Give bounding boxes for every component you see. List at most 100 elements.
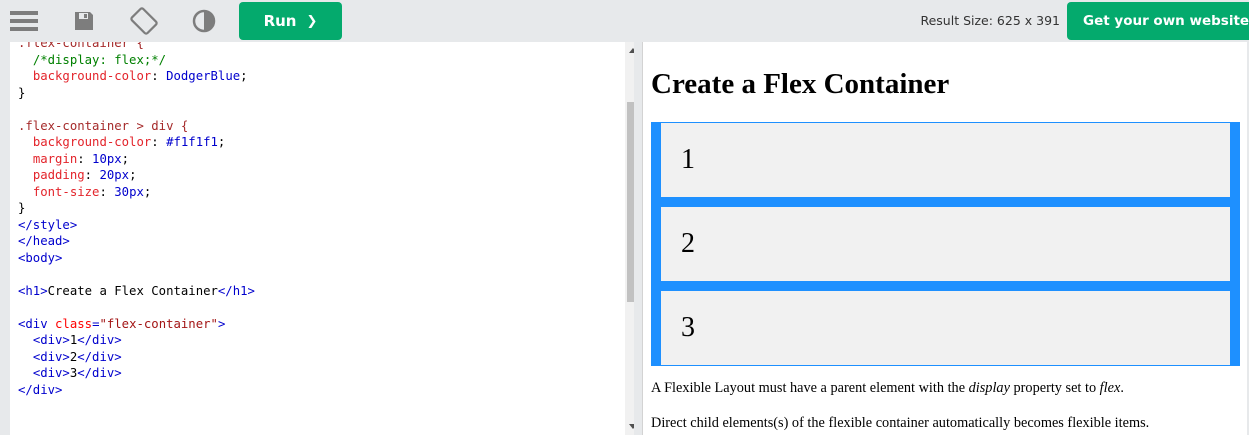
code-token: ; xyxy=(217,135,226,149)
code-token: margin xyxy=(32,151,78,166)
code-token: background-color xyxy=(32,135,152,149)
code-token: </div> xyxy=(77,333,122,347)
chevron-right-icon: ❯ xyxy=(306,13,318,29)
get-your-own-website-button[interactable]: Get your own website xyxy=(1067,2,1249,40)
code-token: DodgerBlue xyxy=(166,69,241,83)
result-size-label: Result Size: 625 x 391 xyxy=(920,13,1060,28)
code-token: 20px xyxy=(99,168,130,182)
code-line: </style> xyxy=(18,217,255,234)
code-token: </div> xyxy=(18,382,63,397)
code-line: /*display: flex;*/ xyxy=(18,52,255,69)
flex-item: 1 xyxy=(661,123,1230,197)
code-editor[interactable]: .flex-container { /*display: flex;*/ bac… xyxy=(10,42,634,435)
code-token: <div xyxy=(18,316,56,331)
code-token: </div> xyxy=(77,349,122,364)
code-token: Create a Flex Container xyxy=(47,283,218,298)
code-token: </div> xyxy=(77,366,122,380)
code-token: </style> xyxy=(18,217,78,232)
code-line: </head> xyxy=(18,233,255,250)
code-token: ; xyxy=(240,69,248,83)
pane-divider[interactable] xyxy=(634,42,642,435)
code-token: : xyxy=(99,184,115,199)
code-token: ; xyxy=(143,184,152,199)
run-label: Run xyxy=(263,12,297,30)
code-token: } xyxy=(18,85,26,100)
code-token: background-color xyxy=(32,69,152,83)
run-button[interactable]: Run ❯ xyxy=(239,2,342,40)
rotate-icon[interactable] xyxy=(128,5,160,37)
code-token: </h1> xyxy=(217,283,255,298)
code-token: <div> xyxy=(32,349,70,364)
code-token: font-size xyxy=(32,184,100,199)
code-token: <div> xyxy=(32,333,70,347)
code-line: background-color: DodgerBlue; xyxy=(18,68,255,85)
code-line: <body> xyxy=(18,250,255,267)
code-token: /*display: flex;*/ xyxy=(32,52,167,67)
code-token: : xyxy=(84,168,100,182)
code-line: .flex-container { xyxy=(18,42,255,52)
scroll-thumb[interactable] xyxy=(627,102,634,302)
code-line: } xyxy=(18,85,255,102)
code-line: <div>1</div> xyxy=(18,332,255,349)
code-token: 30px xyxy=(114,184,144,199)
code-line: } xyxy=(18,200,255,217)
result-paragraph: A Flexible Layout must have a parent ele… xyxy=(651,380,1124,397)
theme-icon[interactable] xyxy=(188,5,220,37)
emphasis-flex: flex xyxy=(1099,380,1121,396)
code-token: } xyxy=(18,201,26,215)
code-token: <div> xyxy=(32,366,70,380)
code-token: .flex-container > div { xyxy=(18,118,189,133)
code-line: </div> xyxy=(18,382,255,399)
result-pane: Create a Flex Container 1 2 3 A Flexible… xyxy=(642,42,1247,435)
paragraph-text: A Flexible Layout must have a parent ele… xyxy=(651,380,969,396)
emphasis-display: display xyxy=(968,380,1010,396)
code-line: .flex-container > div { xyxy=(18,118,255,135)
code-line: padding: 20px; xyxy=(18,167,255,184)
code-token: : xyxy=(151,135,167,149)
code-token: .flex-container { xyxy=(18,42,144,50)
code-line: font-size: 30px; xyxy=(18,184,255,201)
code-line: <div>2</div> xyxy=(18,349,255,366)
save-icon[interactable] xyxy=(68,5,100,37)
code-token: <body> xyxy=(18,250,63,265)
paragraph-text: . xyxy=(1120,380,1124,396)
flex-item: 3 xyxy=(661,291,1230,365)
code-token: : xyxy=(151,69,167,83)
code-token: </head> xyxy=(18,234,70,248)
code-line: <div>3</div> xyxy=(18,365,255,382)
flex-item: 2 xyxy=(661,207,1230,281)
toolbar: Run ❯ Result Size: 625 x 391 Get your ow… xyxy=(0,0,1249,42)
code-token: > xyxy=(217,316,226,331)
paragraph-text: property set to xyxy=(1009,380,1100,396)
code-token: "flex-container" xyxy=(99,316,218,331)
code-scrollbar[interactable] xyxy=(625,42,634,435)
code-line: background-color: #f1f1f1; xyxy=(18,134,255,151)
code-token: ; xyxy=(129,168,137,182)
code-line: margin: 10px; xyxy=(18,151,255,168)
code-token: <h1> xyxy=(18,283,48,298)
menu-icon[interactable] xyxy=(8,5,40,37)
code-token: ; xyxy=(121,151,130,166)
flex-container: 1 2 3 xyxy=(651,122,1240,366)
code-line: <h1>Create a Flex Container</h1> xyxy=(18,283,255,300)
code-token: #f1f1f1 xyxy=(166,135,218,149)
code-line: <div class="flex-container"> xyxy=(18,316,255,333)
code-token: : xyxy=(77,151,93,166)
result-heading: Create a Flex Container xyxy=(651,68,950,100)
code-token: padding xyxy=(32,168,85,182)
code-text[interactable]: .flex-container { /*display: flex;*/ bac… xyxy=(18,42,255,398)
result-paragraph: Direct child elements(s) of the flexible… xyxy=(651,415,1150,431)
code-token: 10px xyxy=(92,151,122,166)
